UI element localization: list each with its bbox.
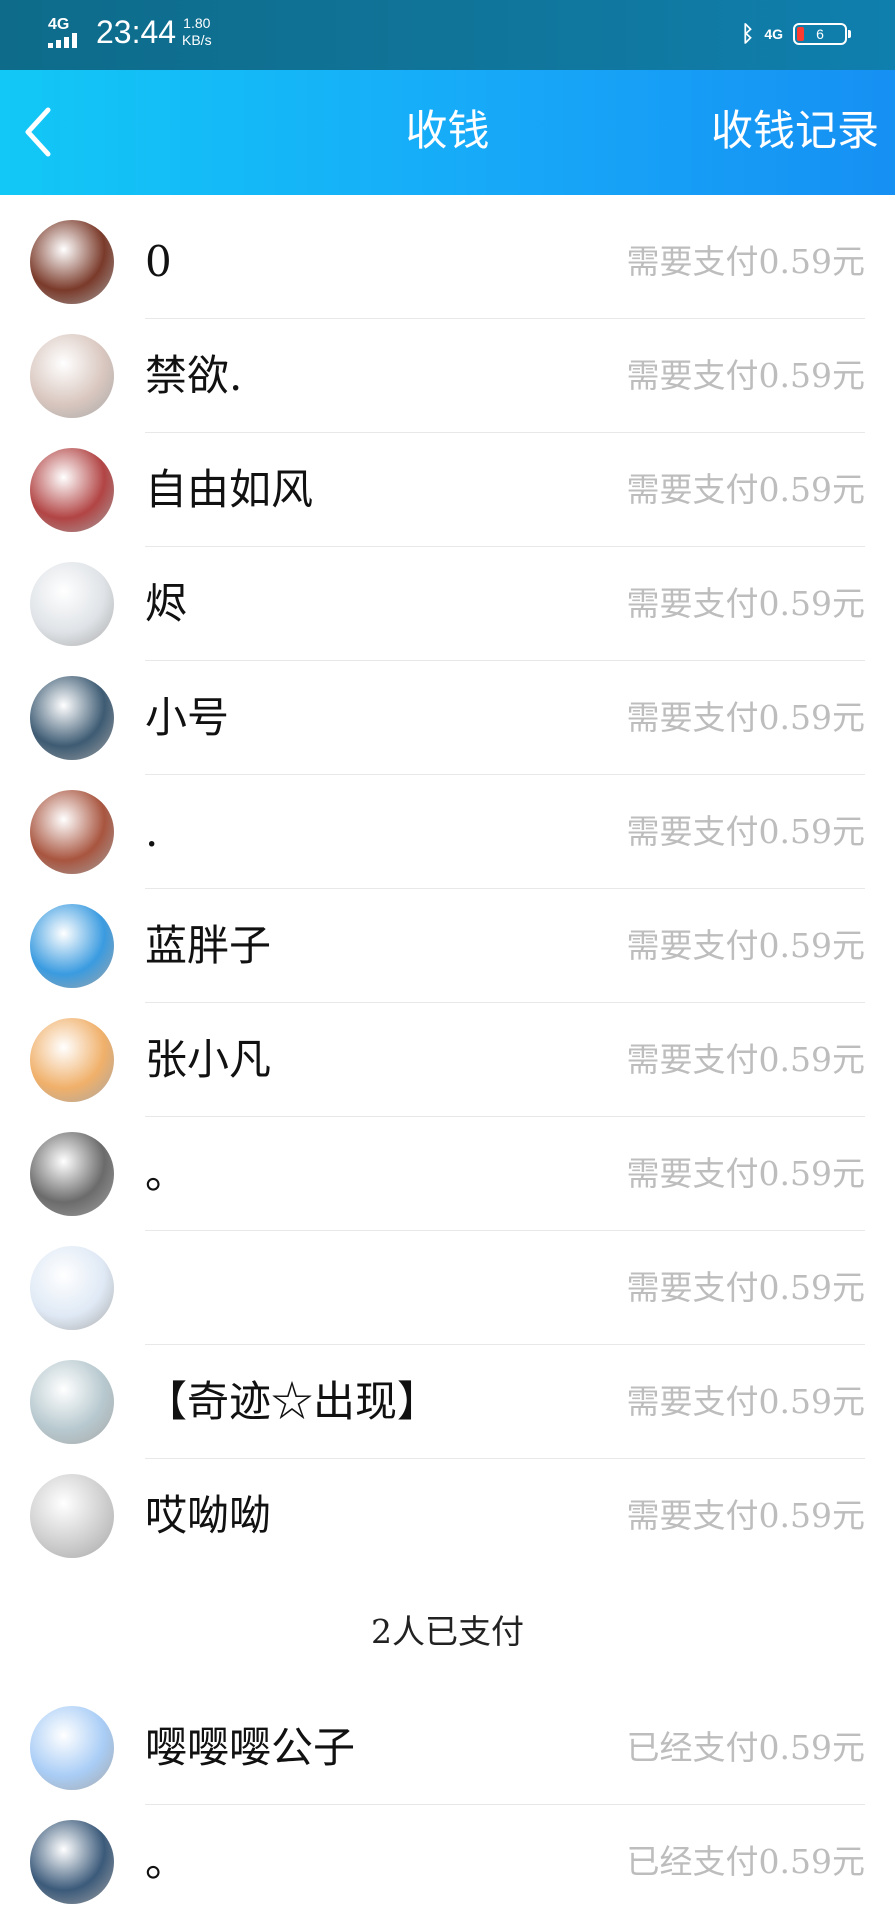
avatar[interactable]	[30, 904, 114, 988]
amount-due: 需要支付0.59元	[626, 1268, 865, 1307]
paid-count-header: 2人已支付	[371, 1612, 524, 1651]
member-name: 张小凡	[145, 1035, 272, 1084]
avatar[interactable]	[30, 448, 114, 532]
speed-value: 1.80	[183, 15, 211, 31]
speed-unit: KB/s	[182, 32, 212, 48]
unpaid-row[interactable]: 张小凡 需要支付0.59元	[0, 1003, 895, 1117]
payer-list: 0 需要支付0.59元 禁欲. 需要支付0.59元 自由如风 需要支付0.59元烬需要支付…	[0, 205, 895, 1919]
avatar[interactable]	[30, 562, 114, 646]
avatar[interactable]	[30, 790, 114, 874]
unpaid-row[interactable]: 需要支付0.59元	[0, 1231, 895, 1345]
battery-level: 6	[816, 26, 824, 42]
signal-icon	[48, 33, 86, 48]
unpaid-row[interactable]: 小号 需要支付0.59元	[0, 661, 895, 775]
bluetooth-icon: ᛒ	[741, 21, 755, 46]
clock: 23:44	[96, 14, 177, 50]
avatar[interactable]	[30, 1246, 114, 1330]
unpaid-row[interactable]: 烬 需要支付0.59元	[0, 547, 895, 661]
avatar[interactable]	[30, 1132, 114, 1216]
member-name: 。	[145, 1837, 188, 1886]
amount-due: 需要支付0.59元	[626, 356, 865, 395]
paid-amount: 已经支付0.59元	[626, 1728, 865, 1767]
unpaid-row[interactable]: 0 需要支付0.59元	[0, 205, 895, 319]
status-bar: 4G 23:44 1.80 KB/s ᛒ 4G 6	[0, 0, 895, 70]
unpaid-row[interactable]: 禁欲. 需要支付0.59元	[0, 319, 895, 433]
member-name: 0	[145, 237, 172, 286]
status-icons: ᛒ 4G 6	[741, 18, 851, 50]
member-name: 蓝胖子	[145, 921, 272, 970]
amount-due: 需要支付0.59元	[626, 812, 865, 851]
avatar[interactable]	[30, 1018, 114, 1102]
avatar[interactable]	[30, 220, 114, 304]
unpaid-row[interactable]: . 需要支付0.59元	[0, 775, 895, 889]
amount-due: 需要支付0.59元	[626, 1382, 865, 1421]
amount-due: 需要支付0.59元	[626, 584, 865, 623]
member-name: .	[145, 807, 159, 856]
member-name: 自由如风	[145, 465, 314, 514]
avatar[interactable]	[30, 1820, 114, 1904]
amount-due: 需要支付0.59元	[626, 926, 865, 965]
network-type: 4G	[48, 16, 70, 33]
unpaid-row[interactable]: 蓝胖子 需要支付0.59元	[0, 889, 895, 1003]
amount-due: 需要支付0.59元	[626, 1496, 865, 1535]
member-name: 哎呦呦	[145, 1491, 272, 1540]
member-name: 禁欲.	[145, 351, 243, 400]
avatar[interactable]	[30, 1474, 114, 1558]
unpaid-row[interactable]: 【奇迹☆出现】 需要支付0.59元	[0, 1345, 895, 1459]
member-name: 【奇迹☆出现】	[145, 1377, 440, 1426]
amount-due: 需要支付0.59元	[626, 1040, 865, 1079]
amount-due: 需要支付0.59元	[626, 242, 865, 281]
avatar[interactable]	[30, 1360, 114, 1444]
right-network-type: 4G	[764, 26, 783, 42]
amount-due: 需要支付0.59元	[626, 470, 865, 509]
avatar[interactable]	[30, 676, 114, 760]
paid-row[interactable]: 嘤嘤嘤公子 已经支付0.59元	[0, 1691, 895, 1805]
avatar[interactable]	[30, 1706, 114, 1790]
network-speed: 1.80 KB/s	[182, 15, 212, 49]
header-bar: 收钱 收钱记录	[0, 70, 895, 195]
amount-due: 需要支付0.59元	[626, 698, 865, 737]
paid-row[interactable]: 。 已经支付0.59元	[0, 1805, 895, 1919]
member-name: 嘤嘤嘤公子	[145, 1723, 356, 1772]
member-name: 。	[145, 1149, 188, 1198]
payment-records-link[interactable]: 收钱记录	[711, 100, 879, 162]
unpaid-row[interactable]: 自由如风 需要支付0.59元	[0, 433, 895, 547]
member-name: 烬	[145, 579, 188, 628]
unpaid-row[interactable]: 。 需要支付0.59元	[0, 1117, 895, 1231]
avatar[interactable]	[30, 334, 114, 418]
battery-icon: 6	[793, 23, 851, 45]
paid-amount: 已经支付0.59元	[626, 1842, 865, 1881]
amount-due: 需要支付0.59元	[626, 1154, 865, 1193]
member-name: 小号	[145, 693, 230, 742]
unpaid-row[interactable]: 哎呦呦 需要支付0.59元	[0, 1459, 895, 1573]
